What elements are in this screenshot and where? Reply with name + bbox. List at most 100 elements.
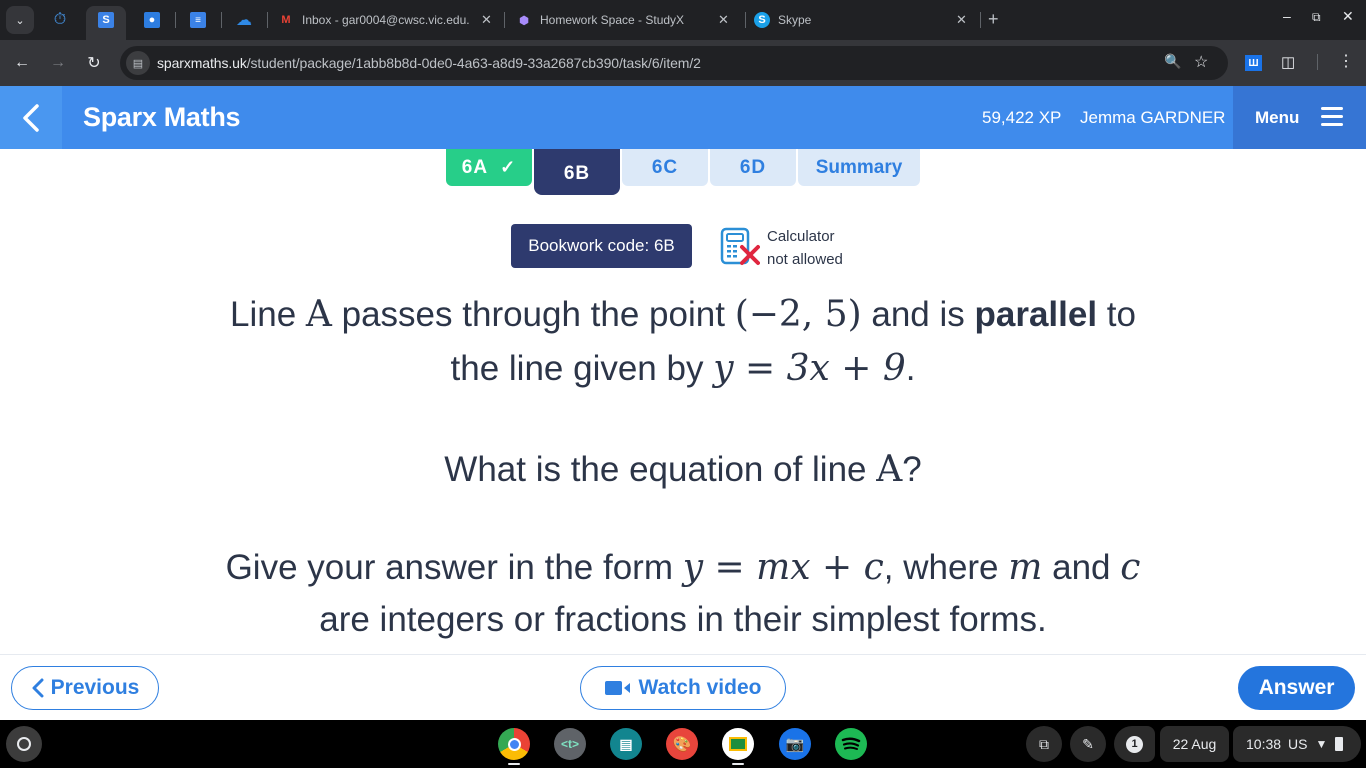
calculator-status-line1: Calculator [767,228,835,245]
new-tab-button[interactable]: + [988,8,999,30]
bookwork-code-text: Bookwork code: 6B [528,236,675,255]
stylus-tools-button[interactable]: ✎ [1070,726,1106,762]
shelf-app-text[interactable]: <t> [554,728,586,760]
close-window-button[interactable]: ✕ [1342,8,1354,25]
tab-separator [221,12,222,28]
os-shelf: <t> ▤ 🎨 📷 ⧉ ✎ 1 22 Aug 10:38 US ▼ [0,720,1366,768]
back-button[interactable]: ← [11,52,33,74]
pen-icon: ✎ [1082,735,1094,752]
skype-icon: S [754,12,770,28]
close-icon[interactable]: ✕ [481,12,492,28]
chevron-down-icon: ⌄ [15,14,25,27]
wifi-icon: ▼ [1315,737,1328,751]
question-text: Give your answer in the form [225,548,683,587]
extension-icon[interactable]: Ш [1245,55,1262,71]
battery-icon [1335,737,1344,751]
math-form: y = mx + c [682,547,884,588]
input-locale: US [1288,736,1308,752]
header-back-button[interactable] [0,86,62,149]
launcher-button[interactable] [6,726,42,762]
studyx-icon: ⬢ [519,14,529,27]
question-text: Line [230,295,306,334]
question-text: passes through the point [331,295,735,334]
reload-icon: ↻ [87,55,101,72]
reload-button[interactable]: ↻ [83,52,105,74]
toolbar-separator [1317,54,1318,70]
shelf-app-canvas[interactable]: 🎨 [666,728,698,760]
screencast-icon: ▤ [619,735,633,752]
question-line-2: the line given by y = 3x + 9. [0,348,1366,389]
shelf-app-chrome[interactable] [498,728,530,760]
task-tab-6a[interactable]: 6A ✓ [446,149,532,186]
bookmark-star-icon[interactable]: ☆ [1194,52,1208,72]
shelf-app-classroom[interactable] [722,728,754,760]
minimize-button[interactable]: – [1283,8,1291,24]
tab-studyx[interactable]: ⬢ Homework Space - StudyX ✕ [516,8,736,32]
arrow-right-icon: → [50,54,66,71]
calculator-status-line2: not allowed [767,251,843,268]
task-tab-6b[interactable]: 6B [534,149,620,195]
notification-button[interactable]: 1 [1114,726,1155,762]
spotify-icon [841,737,861,750]
watch-video-button[interactable]: Watch video [580,666,786,710]
pinned-tab-sparx[interactable]: S [94,8,118,32]
task-tab-label: 6D [739,156,767,178]
tab-skype[interactable]: S Skype ✕ [754,8,974,32]
task-tab-summary[interactable]: Summary [798,149,920,186]
zoom-icon[interactable]: 🔍 [1164,53,1181,70]
site-info-button[interactable]: ▤ [126,51,150,75]
url-text[interactable]: sparxmaths.uk/student/package/1abb8b8d-0… [157,55,701,71]
notification-count: 1 [1126,735,1143,753]
question-text: and [1042,548,1121,587]
download-stack-icon: ⧉ [1039,735,1049,752]
tab-title: Inbox - gar0004@cwsc.vic.edu.au [302,13,470,27]
sparx-s-icon: S [98,12,114,28]
text-editor-icon: <t> [560,737,579,751]
close-icon[interactable]: ✕ [718,12,729,28]
pinned-tab-docs[interactable]: ≡ [186,8,210,32]
task-tab-6c[interactable]: 6C [622,149,708,186]
extensions-puzzle-icon[interactable]: ◫ [1281,53,1295,71]
camera-icon: 📷 [785,736,805,753]
pinned-tab-classroom[interactable]: ● [140,8,164,32]
menu-button[interactable]: Menu [1233,86,1366,149]
pinned-tab-onedrive[interactable]: ☁ [232,8,256,32]
xp-counter: 59,422 XP [982,108,1062,127]
footer-divider [0,654,1366,655]
stopwatch-icon: ⏱ [53,11,67,28]
math-equation: y = 3x + 9 [713,348,906,389]
tab-gmail[interactable]: M Inbox - gar0004@cwsc.vic.edu.au ✕ [278,8,493,32]
task-tab-6d[interactable]: 6D [710,149,796,186]
task-tab-label: Summary [815,156,903,178]
answer-button[interactable]: Answer [1238,666,1355,710]
status-area-button[interactable]: 10:38 US ▼ [1233,726,1361,762]
watch-video-label: Watch video [638,676,762,699]
question-text: and is [861,295,975,334]
docs-icon: ≡ [190,12,206,28]
browser-menu-icon[interactable]: ⋮ [1338,51,1354,71]
restore-button[interactable]: ⧉ [1312,10,1321,25]
tab-title: Skype [778,13,812,27]
tab-separator [504,12,505,28]
holding-space-button[interactable]: ⧉ [1026,726,1062,762]
close-icon[interactable]: ✕ [956,12,967,28]
shelf-app-spotify[interactable] [835,728,867,760]
calculator-not-allowed-icon [720,227,760,265]
address-bar[interactable]: ▤ sparxmaths.uk/student/package/1abb8b8d… [120,46,1228,80]
tab-search-button[interactable]: ⌄ [6,6,34,34]
url-host: sparxmaths.uk [157,55,247,71]
shelf-app-screencast[interactable]: ▤ [610,728,642,760]
chevron-left-icon [23,103,39,132]
forward-button[interactable]: → [47,52,69,74]
chevron-left-icon [32,678,44,698]
arrow-left-icon: ← [14,54,30,71]
pinned-tab-timer[interactable]: ⏱ [48,8,72,32]
classroom-icon: ● [144,12,160,28]
shelf-app-camera[interactable]: 📷 [779,728,811,760]
emphasis-parallel: parallel [974,295,1098,334]
question-text: What is the equation of line [444,450,877,489]
math-line-name: A [876,449,903,490]
previous-button[interactable]: Previous [11,666,159,710]
date-button[interactable]: 22 Aug [1160,726,1229,762]
user-name: Jemma GARDNER [1080,108,1226,127]
